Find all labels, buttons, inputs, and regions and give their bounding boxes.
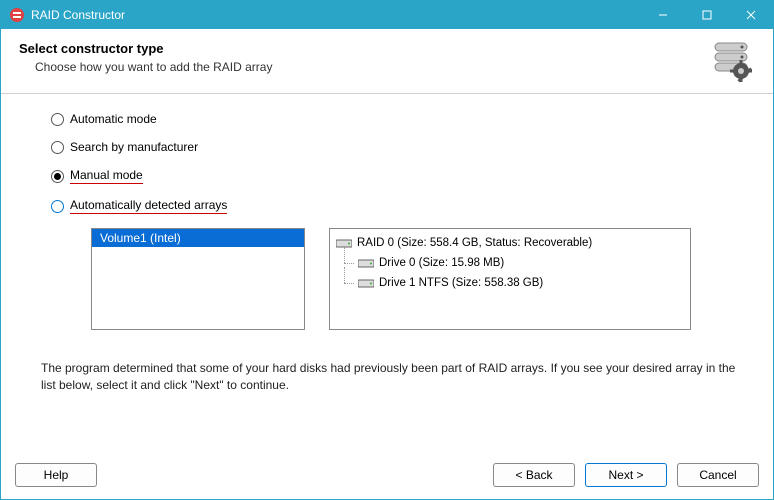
cancel-button[interactable]: Cancel xyxy=(677,463,759,487)
app-icon xyxy=(9,7,25,23)
option-auto-detected[interactable]: Automatically detected arrays xyxy=(51,198,739,214)
radio-icon xyxy=(51,113,64,126)
info-text: The program determined that some of your… xyxy=(41,360,739,395)
page-subtitle: Choose how you want to add the RAID arra… xyxy=(35,60,711,74)
titlebar: RAID Constructor xyxy=(1,1,773,29)
option-search-manufacturer[interactable]: Search by manufacturer xyxy=(51,140,739,154)
tree-child[interactable]: Drive 0 (Size: 15.98 MB) xyxy=(336,253,684,273)
help-button[interactable]: Help xyxy=(15,463,97,487)
option-label: Automatic mode xyxy=(70,112,157,126)
raid-gear-icon xyxy=(711,41,755,85)
raid-tree[interactable]: RAID 0 (Size: 558.4 GB, Status: Recovera… xyxy=(329,228,691,330)
page-title: Select constructor type xyxy=(19,41,711,56)
radio-icon xyxy=(51,200,64,213)
wizard-body: Automatic mode Search by manufacturer Ma… xyxy=(1,94,773,453)
option-label: Search by manufacturer xyxy=(70,140,198,154)
volume-list-item[interactable]: Volume1 (Intel) xyxy=(92,229,304,247)
wizard-header: Select constructor type Choose how you w… xyxy=(1,29,773,94)
panels: Volume1 (Intel) RAID 0 (Size: 558.4 GB, … xyxy=(91,228,739,330)
drive-icon xyxy=(358,258,374,269)
maximize-button[interactable] xyxy=(685,1,729,29)
tree-label: Drive 1 NTFS (Size: 558.38 GB) xyxy=(379,277,543,289)
next-button[interactable]: Next > xyxy=(585,463,667,487)
radio-icon xyxy=(51,170,64,183)
option-label: Automatically detected arrays xyxy=(70,198,227,214)
radio-icon xyxy=(51,141,64,154)
option-manual[interactable]: Manual mode xyxy=(51,168,739,184)
window: RAID Constructor Select constructor type… xyxy=(0,0,774,500)
volume-list[interactable]: Volume1 (Intel) xyxy=(91,228,305,330)
close-button[interactable] xyxy=(729,1,773,29)
tree-root[interactable]: RAID 0 (Size: 558.4 GB, Status: Recovera… xyxy=(336,233,684,253)
footer: Help < Back Next > Cancel xyxy=(1,453,773,499)
drive-icon xyxy=(358,278,374,289)
tree-label: Drive 0 (Size: 15.98 MB) xyxy=(379,257,504,269)
back-button[interactable]: < Back xyxy=(493,463,575,487)
minimize-button[interactable] xyxy=(641,1,685,29)
window-title: RAID Constructor xyxy=(31,8,641,22)
option-label: Manual mode xyxy=(70,168,143,184)
tree-label: RAID 0 (Size: 558.4 GB, Status: Recovera… xyxy=(357,237,592,249)
tree-child[interactable]: Drive 1 NTFS (Size: 558.38 GB) xyxy=(336,273,684,293)
option-automatic[interactable]: Automatic mode xyxy=(51,112,739,126)
